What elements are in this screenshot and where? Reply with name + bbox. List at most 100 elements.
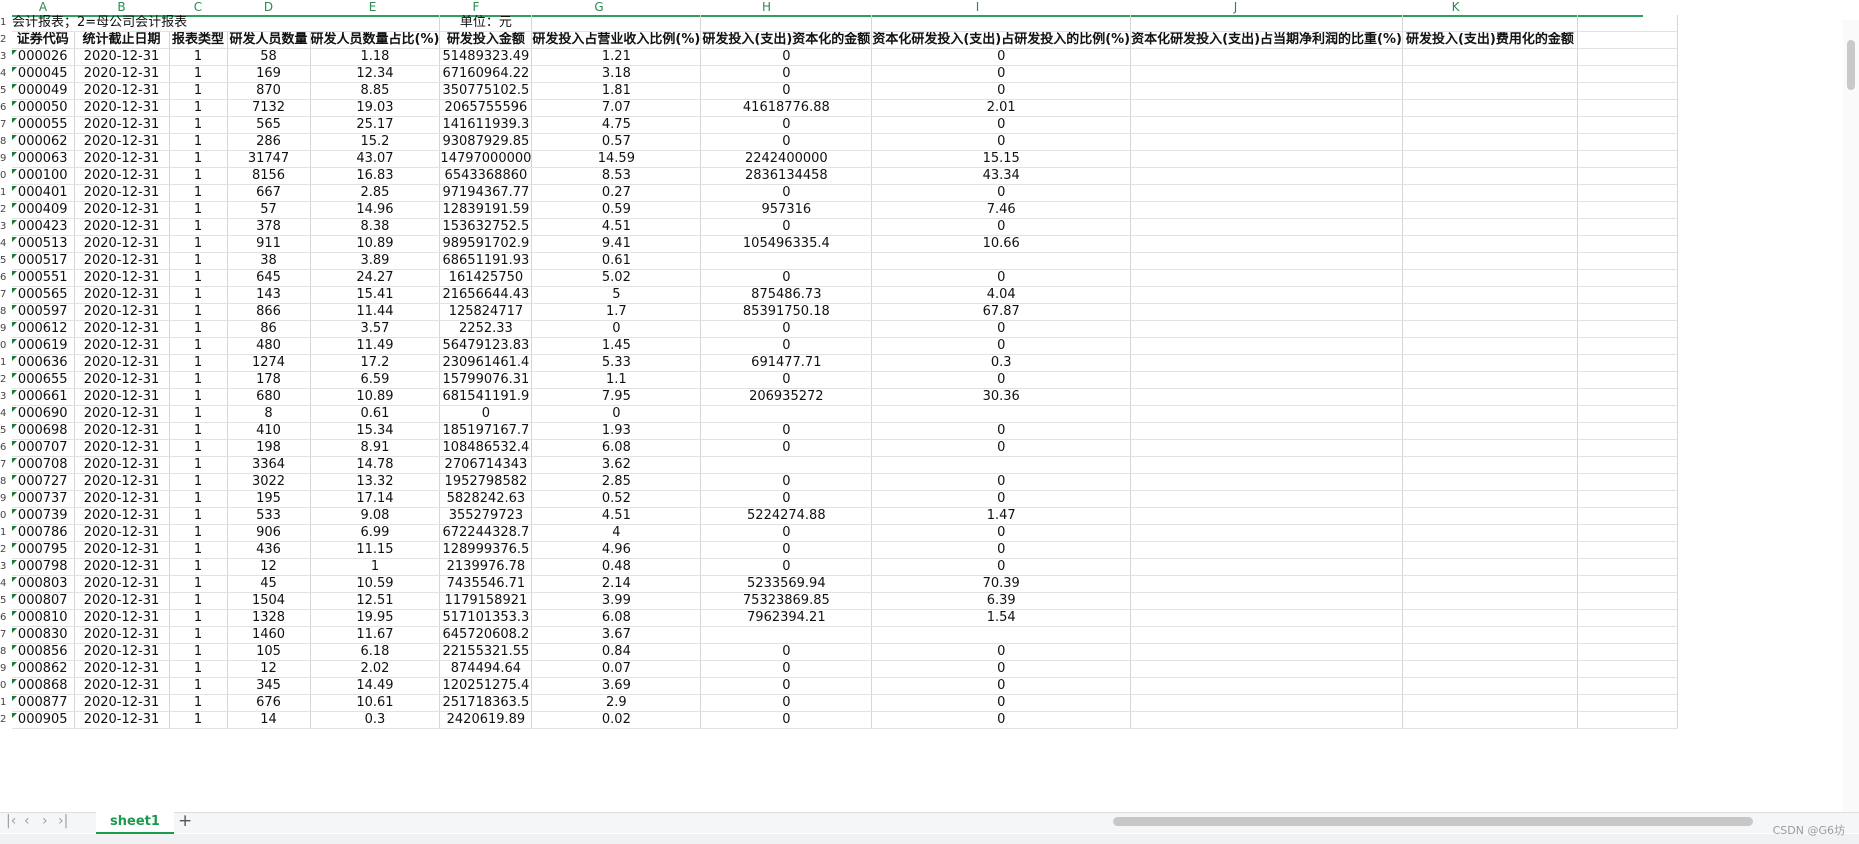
header-cell[interactable]: 研发投入(支出)资本化的金额	[700, 31, 873, 49]
row-number[interactable]: 7	[0, 629, 10, 640]
table-cell[interactable]: 410	[227, 422, 311, 440]
table-cell[interactable]: 5.02	[531, 269, 702, 287]
table-cell[interactable]: 957316	[700, 201, 873, 219]
table-cell[interactable]	[1130, 660, 1403, 678]
table-cell[interactable]	[1130, 99, 1403, 117]
table-cell[interactable]	[1130, 439, 1403, 457]
row-number[interactable]: 8	[0, 476, 10, 487]
table-cell[interactable]: 1	[169, 286, 228, 304]
table-cell[interactable]: 2020-12-31	[74, 269, 170, 287]
table-cell[interactable]	[1402, 82, 1578, 100]
table-cell[interactable]: 0	[871, 337, 1132, 355]
table-cell[interactable]: 1.7	[531, 303, 702, 321]
table-cell[interactable]: 1	[169, 184, 228, 202]
table-cell[interactable]: 1	[169, 507, 228, 525]
table-cell[interactable]	[1130, 422, 1403, 440]
table-cell[interactable]: 0.52	[531, 490, 702, 508]
table-cell[interactable]: 4.51	[531, 507, 702, 525]
table-cell[interactable]: 000737	[12, 490, 75, 508]
table-cell[interactable]: 15.41	[310, 286, 441, 304]
table-cell[interactable]: 19.95	[310, 609, 441, 627]
table-cell[interactable]: 4	[531, 524, 702, 542]
table-cell[interactable]: 0	[871, 558, 1132, 576]
table-cell[interactable]: 4.04	[871, 286, 1132, 304]
table-cell[interactable]	[1402, 558, 1578, 576]
table-cell[interactable]	[1402, 660, 1578, 678]
table-cell[interactable]	[700, 456, 873, 474]
table-cell[interactable]: 000803	[12, 575, 75, 593]
table-cell[interactable]: 206935272	[700, 388, 873, 406]
prev-sheet-arrow-icon[interactable]: ‹	[24, 813, 30, 829]
table-cell[interactable]: 0	[439, 405, 533, 423]
table-cell[interactable]: 0	[871, 643, 1132, 661]
table-cell[interactable]	[1402, 252, 1578, 270]
table-cell[interactable]	[1130, 269, 1403, 287]
table-cell[interactable]: 1	[169, 48, 228, 66]
header-cell[interactable]: 报表类型	[169, 31, 228, 49]
table-cell[interactable]: 1	[169, 575, 228, 593]
table-cell[interactable]: 108486532.4	[439, 439, 533, 457]
table-cell[interactable]: 2020-12-31	[74, 371, 170, 389]
table-cell[interactable]	[1402, 167, 1578, 185]
table-cell[interactable]: 2020-12-31	[74, 116, 170, 134]
table-cell[interactable]	[1402, 48, 1578, 66]
table-cell[interactable]	[1402, 439, 1578, 457]
table-cell[interactable]: 128999376.5	[439, 541, 533, 559]
table-cell[interactable]: 93087929.85	[439, 133, 533, 151]
table-cell[interactable]: 105	[227, 643, 311, 661]
table-cell[interactable]: 000698	[12, 422, 75, 440]
table-cell[interactable]: 12	[227, 660, 311, 678]
table-cell[interactable]: 12839191.59	[439, 201, 533, 219]
table-cell[interactable]: 000655	[12, 371, 75, 389]
table-cell[interactable]: 0	[700, 660, 873, 678]
table-cell[interactable]: 2020-12-31	[74, 167, 170, 185]
table-cell[interactable]: 1179158921	[439, 592, 533, 610]
table-cell[interactable]: 517101353.3	[439, 609, 533, 627]
table-cell[interactable]: 989591702.9	[439, 235, 533, 253]
table-cell[interactable]	[1130, 320, 1403, 338]
table-cell[interactable]	[1402, 490, 1578, 508]
table-cell[interactable]: 1.21	[531, 48, 702, 66]
table-cell[interactable]: 3.67	[531, 626, 702, 644]
table-cell[interactable]: 1	[169, 660, 228, 678]
table-cell[interactable]: 1274	[227, 354, 311, 372]
table-cell[interactable]: 6543368860	[439, 167, 533, 185]
table-cell[interactable]	[1402, 337, 1578, 355]
table-cell[interactable]: 85391750.18	[700, 303, 873, 321]
table-cell[interactable]: 195	[227, 490, 311, 508]
table-cell[interactable]: 11.15	[310, 541, 441, 559]
table-cell[interactable]: 6.08	[531, 439, 702, 457]
table-cell[interactable]: 0	[871, 711, 1132, 729]
table-cell[interactable]: 1	[169, 592, 228, 610]
table-cell[interactable]: 1	[169, 337, 228, 355]
table-cell[interactable]: 645	[227, 269, 311, 287]
table-cell[interactable]: 000063	[12, 150, 75, 168]
table-cell[interactable]	[1130, 558, 1403, 576]
table-cell[interactable]: 000517	[12, 252, 75, 270]
table-cell[interactable]: 1	[169, 422, 228, 440]
table-cell[interactable]: 2020-12-31	[74, 133, 170, 151]
table-cell[interactable]: 14797000000	[439, 150, 533, 168]
table-cell[interactable]: 1	[169, 269, 228, 287]
table-cell[interactable]: 1	[169, 133, 228, 151]
table-cell[interactable]: 13.32	[310, 473, 441, 491]
table-cell[interactable]: 105496335.4	[700, 235, 873, 253]
table-cell[interactable]: 178	[227, 371, 311, 389]
table-cell[interactable]: 000619	[12, 337, 75, 355]
table-cell[interactable]	[1402, 116, 1578, 134]
table-cell[interactable]: 0	[700, 422, 873, 440]
table-cell[interactable]: 3.18	[531, 65, 702, 83]
table-cell[interactable]	[1130, 490, 1403, 508]
row-number[interactable]: 0	[0, 510, 10, 521]
table-cell[interactable]	[1402, 626, 1578, 644]
table-cell[interactable]: 1	[169, 473, 228, 491]
table-cell[interactable]: 0	[700, 694, 873, 712]
table-cell[interactable]: 31747	[227, 150, 311, 168]
table-cell[interactable]: 14.59	[531, 150, 702, 168]
row-number[interactable]: 6	[0, 442, 10, 453]
table-cell[interactable]: 0	[700, 320, 873, 338]
table-cell[interactable]: 2.01	[871, 99, 1132, 117]
table-cell[interactable]	[871, 626, 1132, 644]
table-cell[interactable]: 0.57	[531, 133, 702, 151]
table-cell[interactable]: 1.47	[871, 507, 1132, 525]
